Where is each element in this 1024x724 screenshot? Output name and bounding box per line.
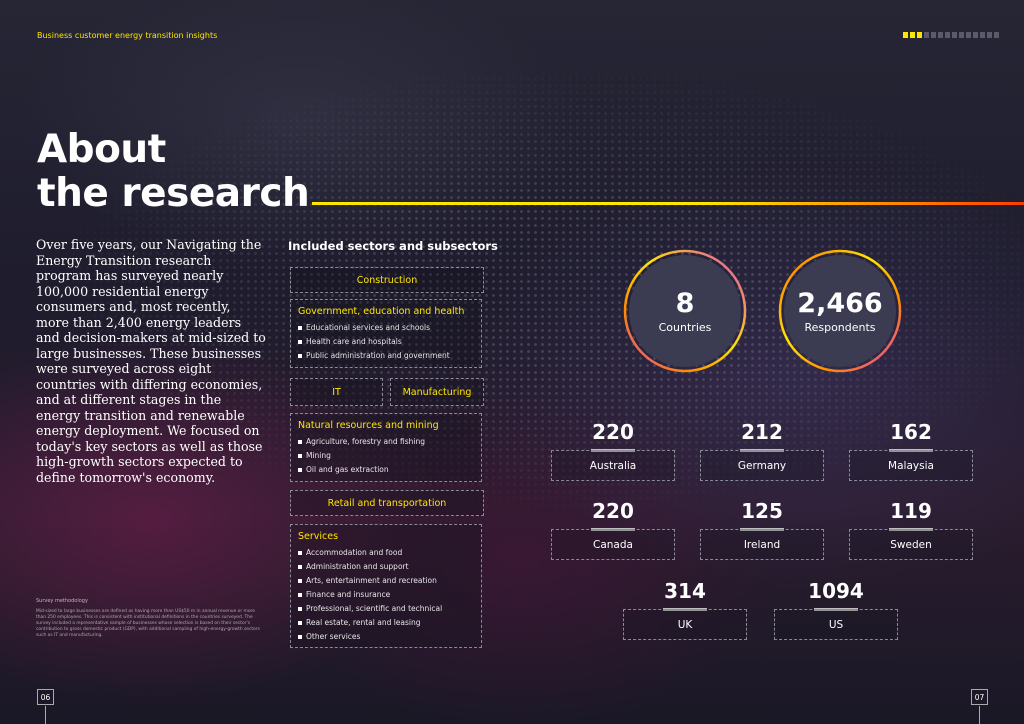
country-stat: 220 Australia [551, 420, 675, 481]
country-stat: 119 Sweden [849, 499, 973, 560]
subsector-item: Public administration and government [298, 349, 474, 363]
sector-it-label: IT [332, 386, 341, 398]
countries-label: Countries [658, 320, 712, 334]
subsector-item: Real estate, rental and leasing [298, 616, 474, 630]
progress-segment [973, 32, 978, 38]
country-stat: 1094 US [774, 579, 898, 640]
page-number-right: 07 [971, 689, 988, 705]
country-name: Malaysia [849, 450, 973, 481]
subsector-item: Mining [298, 449, 474, 463]
sector-services-list: Accommodation and food Administration an… [298, 546, 474, 644]
respondents-value: 2,466 [797, 287, 883, 319]
sector-natural-list: Agriculture, forestry and fishing Mining… [298, 435, 474, 477]
subsector-item: Agriculture, forestry and fishing [298, 435, 474, 449]
progress-segment [980, 32, 985, 38]
sector-natural-heading: Natural resources and mining [298, 420, 439, 431]
progress-segment [924, 32, 929, 38]
country-name: UK [623, 609, 747, 640]
title-line-1: About [37, 127, 166, 172]
country-value: 162 [890, 420, 932, 444]
country-value: 212 [741, 420, 783, 444]
progress-segment [910, 32, 915, 38]
country-value: 220 [592, 499, 634, 523]
intro-paragraph: Over five years, our Navigating the Ener… [36, 237, 266, 485]
country-value: 220 [592, 420, 634, 444]
subsector-item: Other services [298, 630, 474, 644]
sector-services-heading: Services [298, 531, 339, 542]
sector-government-list: Educational services and schools Health … [298, 321, 474, 363]
country-stat: 125 Ireland [700, 499, 824, 560]
sectors-title: Included sectors and subsectors [288, 239, 498, 253]
methodology-text: Mid-sized to large businesses are define… [36, 609, 260, 638]
country-name: Germany [700, 450, 824, 481]
country-value: 119 [890, 499, 932, 523]
subsector-item: Health care and hospitals [298, 335, 474, 349]
page-number-left: 06 [37, 689, 54, 705]
country-stat: 212 Germany [700, 420, 824, 481]
country-stat: 220 Canada [551, 499, 675, 560]
subsector-item: Administration and support [298, 560, 474, 574]
progress-segment [945, 32, 950, 38]
progress-segment [903, 32, 908, 38]
title-rule [312, 202, 1024, 205]
subsector-item: Accommodation and food [298, 546, 474, 560]
sector-it: IT [290, 378, 383, 406]
country-name: Ireland [700, 529, 824, 560]
subsector-item: Professional, scientific and technical [298, 602, 474, 616]
countries-value: 8 [675, 287, 695, 319]
sector-retail-label: Retail and transportation [327, 497, 447, 509]
progress-segment [994, 32, 999, 38]
respondents-label: Respondents [804, 320, 876, 334]
page-title: About the research [37, 127, 310, 216]
country-value: 125 [741, 499, 783, 523]
subsector-item: Oil and gas extraction [298, 463, 474, 477]
page-tick-left [45, 706, 46, 724]
progress-indicator [903, 32, 999, 38]
country-name: Sweden [849, 529, 973, 560]
sector-services: Services Accommodation and food Administ… [290, 524, 482, 648]
country-name: Australia [551, 450, 675, 481]
respondents-circle: 2,466 Respondents [784, 255, 896, 367]
subsector-item: Educational services and schools [298, 321, 474, 335]
subsector-item: Finance and insurance [298, 588, 474, 602]
sector-construction-label: Construction [356, 274, 418, 286]
methodology-heading: Survey methodology [36, 598, 88, 604]
subsector-item: Arts, entertainment and recreation [298, 574, 474, 588]
sector-government: Government, education and health Educati… [290, 299, 482, 368]
progress-segment [931, 32, 936, 38]
progress-segment [952, 32, 957, 38]
sector-retail: Retail and transportation [290, 490, 484, 516]
sector-natural-resources: Natural resources and mining Agriculture… [290, 413, 482, 482]
page-tick-right [979, 706, 980, 724]
sector-manufacturing: Manufacturing [390, 378, 484, 406]
sector-construction: Construction [290, 267, 484, 293]
countries-circle: 8 Countries [629, 255, 741, 367]
progress-segment [959, 32, 964, 38]
country-stat: 162 Malaysia [849, 420, 973, 481]
sector-government-heading: Government, education and health [298, 306, 465, 317]
title-line-2: the research [37, 171, 310, 216]
sector-manufacturing-label: Manufacturing [402, 386, 472, 398]
header-label: Business customer energy transition insi… [37, 31, 218, 40]
country-stat: 314 UK [623, 579, 747, 640]
country-name: US [774, 609, 898, 640]
country-name: Canada [551, 529, 675, 560]
progress-segment [966, 32, 971, 38]
progress-segment [938, 32, 943, 38]
country-value: 314 [664, 579, 706, 603]
progress-segment [987, 32, 992, 38]
progress-segment [917, 32, 922, 38]
country-value: 1094 [808, 579, 864, 603]
